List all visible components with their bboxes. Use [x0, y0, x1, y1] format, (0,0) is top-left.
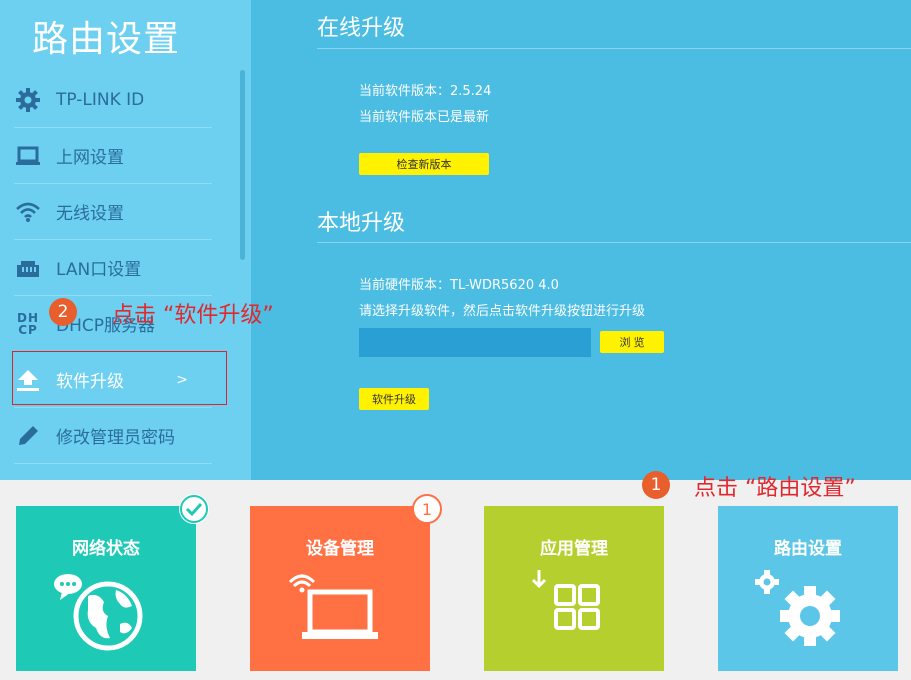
- sidebar-scrollbar[interactable]: [240, 70, 245, 260]
- gears-icon: [718, 566, 898, 671]
- check-update-button[interactable]: 检查新版本: [359, 153, 489, 175]
- browse-button[interactable]: 浏 览: [600, 331, 664, 353]
- gear-icon: [14, 86, 42, 114]
- check-icon: [179, 494, 209, 524]
- step2-badge: 2: [49, 298, 77, 326]
- laptop-icon: [14, 142, 42, 170]
- notification-badge: 1: [412, 494, 442, 524]
- tile-label: 设备管理: [306, 539, 374, 559]
- step2-annotation: 点击 “软件升级”: [112, 303, 274, 328]
- sidebar-item-lan[interactable]: LAN口设置: [14, 240, 212, 296]
- tile-label: 路由设置: [774, 539, 842, 559]
- tile-device-management[interactable]: 设备管理 1: [250, 494, 442, 671]
- tile-router-settings[interactable]: 路由设置: [718, 506, 898, 671]
- upgrade-instruction: 请选择升级软件，然后点击软件升级按钮进行升级: [359, 304, 646, 319]
- sidebar-item-wireless[interactable]: 无线设置: [14, 184, 212, 240]
- sidebar-item-label: LAN口设置: [56, 260, 142, 280]
- pencil-icon: [14, 422, 42, 450]
- software-upgrade-button[interactable]: 软件升级: [359, 388, 429, 410]
- main-panel: 在线升级 当前软件版本：2.5.24 当前软件版本已是最新 检查新版本 本地升级…: [251, 0, 911, 480]
- apps-grid-icon: [484, 566, 664, 671]
- step1-annotation: 点击 “路由设置”: [694, 476, 856, 501]
- divider: [317, 48, 911, 49]
- tile-app-management[interactable]: 应用管理: [484, 506, 664, 671]
- tile-label: 应用管理: [540, 539, 608, 559]
- sidebar-item-label: 上网设置: [56, 148, 124, 168]
- highlight-box: [12, 351, 227, 405]
- sidebar-item-label: 修改管理员密码: [56, 428, 175, 448]
- globe-icon: [16, 566, 196, 671]
- tile-label: 网络状态: [72, 539, 140, 559]
- sidebar-title: 路由设置: [32, 19, 181, 60]
- local-upgrade-title: 本地升级: [317, 211, 406, 236]
- lan-port-icon: [14, 254, 42, 282]
- version-status: 当前软件版本已是最新: [359, 110, 490, 125]
- sidebar-item-internet[interactable]: 上网设置: [14, 128, 212, 184]
- laptop-wifi-icon: [250, 566, 430, 671]
- sidebar-item-label: TP-LINK ID: [56, 89, 145, 110]
- file-path-field[interactable]: [359, 328, 591, 357]
- current-software-version: 当前软件版本：2.5.24: [359, 84, 492, 99]
- sidebar: 路由设置 TP-LINK ID 上网设置 无线设置 LAN口设置 DH CP DH…: [0, 0, 251, 480]
- dhcp-icon: DH CP: [16, 310, 39, 337]
- divider: [317, 242, 911, 243]
- sidebar-item-label: 无线设置: [56, 204, 124, 224]
- wifi-icon: [14, 198, 42, 226]
- hardware-version: 当前硬件版本：TL-WDR5620 4.0: [359, 278, 559, 293]
- sidebar-item-tplink-id[interactable]: TP-LINK ID: [14, 72, 212, 128]
- sidebar-item-admin-password[interactable]: 修改管理员密码: [14, 408, 212, 464]
- step1-badge: 1: [642, 471, 670, 499]
- tile-network-status[interactable]: 网络状态: [16, 494, 209, 671]
- online-upgrade-title: 在线升级: [317, 16, 406, 41]
